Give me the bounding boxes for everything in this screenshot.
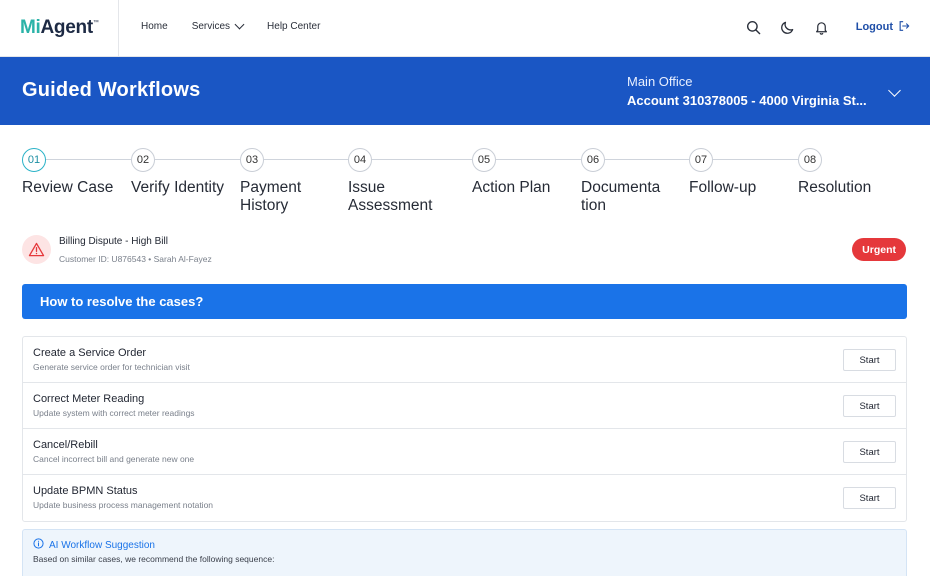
step-documentation[interactable]: 06 Documenta tion — [581, 148, 681, 215]
case-customer-info: Customer ID: U876543 • Sarah Al-Fayez — [59, 254, 212, 264]
search-icon[interactable] — [744, 17, 764, 37]
urgent-status-badge: Urgent — [852, 238, 906, 261]
list-item-cancel-rebill: Cancel/Rebill Cancel incorrect bill and … — [23, 429, 906, 475]
step-number: 08 — [798, 148, 822, 172]
action-title: Cancel/Rebill — [33, 439, 98, 451]
resolution-actions-list: Create a Service Order Generate service … — [22, 336, 907, 522]
action-title: Update BPMN Status — [33, 485, 138, 497]
nav-item-help-center[interactable]: Help Center — [267, 21, 320, 32]
account-selector[interactable]: Main Office Account 310378005 - 4000 Vir… — [627, 74, 917, 108]
resolve-cases-header: How to resolve the cases? — [22, 284, 907, 319]
logo-trademark: ™ — [92, 20, 99, 26]
main-nav: Home Services Help Center — [141, 19, 320, 32]
start-button[interactable]: Start — [843, 441, 896, 463]
step-number: 04 — [348, 148, 372, 172]
step-verify-identity[interactable]: 02 Verify Identity — [131, 148, 231, 197]
top-navigation-bar: MiAgent™ Home Services Help Center Logou… — [0, 0, 930, 57]
step-number: 07 — [689, 148, 713, 172]
nav-item-home[interactable]: Home — [141, 21, 168, 32]
step-resolution[interactable]: 08 Resolution — [798, 148, 898, 197]
list-item-correct-meter-reading: Correct Meter Reading Update system with… — [23, 383, 906, 429]
step-issue-assessment[interactable]: 04 Issue Assessment — [348, 148, 468, 215]
step-number: 02 — [131, 148, 155, 172]
step-label: Documenta tion — [581, 179, 661, 214]
nav-item-help-center-label: Help Center — [267, 21, 321, 32]
step-label: Issue Assessment — [348, 179, 433, 214]
moon-icon[interactable] — [778, 17, 798, 37]
action-description: Generate service order for technician vi… — [33, 362, 190, 372]
step-follow-up[interactable]: 07 Follow-up — [689, 148, 789, 197]
nav-item-services[interactable]: Services — [191, 19, 245, 32]
page-header-banner: Guided Workflows Main Office Account 310… — [0, 57, 930, 125]
step-label: Follow-up — [689, 179, 757, 196]
logout-button[interactable]: Logout — [856, 20, 910, 35]
step-number: 01 — [22, 148, 46, 172]
bell-icon[interactable] — [812, 17, 832, 37]
action-title: Create a Service Order — [33, 347, 147, 359]
nav-item-home-label: Home — [141, 21, 168, 32]
step-label: Payment History — [240, 179, 302, 214]
step-review-case[interactable]: 01 Review Case — [22, 148, 122, 197]
account-office: Main Office — [627, 74, 693, 89]
page-title: Guided Workflows — [22, 79, 201, 101]
workflow-stepper: 01 Review Case 02 Verify Identity 03 Pay… — [22, 148, 912, 218]
logo-container: MiAgent™ — [0, 0, 119, 57]
ai-suggestion-title: AI Workflow Suggestion — [49, 539, 155, 551]
action-description: Update system with correct meter reading… — [33, 408, 195, 418]
account-number: Account 310378005 - 4000 Virginia St... — [627, 93, 867, 108]
miagent-logo[interactable]: MiAgent™ — [20, 17, 99, 39]
info-icon — [33, 538, 44, 552]
start-button[interactable]: Start — [843, 349, 896, 371]
action-title: Correct Meter Reading — [33, 393, 145, 405]
top-actions: Logout — [744, 17, 910, 37]
start-button[interactable]: Start — [843, 395, 896, 417]
logo-text: Agent — [40, 17, 94, 38]
case-title: Billing Dispute - High Bill — [59, 236, 168, 247]
list-item-update-bpmn-status: Update BPMN Status Update business proce… — [23, 475, 906, 521]
warning-icon — [22, 235, 51, 264]
list-item-create-service-order: Create a Service Order Generate service … — [23, 337, 906, 383]
logout-label: Logout — [855, 21, 893, 33]
action-description: Cancel incorrect bill and generate new o… — [33, 454, 195, 464]
step-number: 05 — [472, 148, 496, 172]
step-action-plan[interactable]: 05 Action Plan — [472, 148, 577, 197]
step-label: Review Case — [22, 179, 114, 196]
ai-suggestion-header: AI Workflow Suggestion — [33, 538, 155, 552]
step-label: Verify Identity — [131, 179, 225, 196]
start-button[interactable]: Start — [843, 487, 896, 509]
step-number: 03 — [240, 148, 264, 172]
step-payment-history[interactable]: 03 Payment History — [240, 148, 340, 215]
nav-item-services-label: Services — [191, 21, 231, 32]
logout-icon — [898, 20, 910, 35]
action-description: Update business process management notat… — [33, 500, 214, 510]
step-number: 06 — [581, 148, 605, 172]
ai-workflow-suggestion-panel: AI Workflow Suggestion Based on similar … — [22, 529, 907, 576]
logo-prefix: Mi — [20, 17, 41, 38]
step-label: Resolution — [798, 179, 872, 196]
step-label: Action Plan — [472, 179, 551, 196]
chevron-down-icon — [234, 19, 245, 30]
ai-suggestion-description: Based on similar cases, we recommend the… — [33, 554, 275, 564]
